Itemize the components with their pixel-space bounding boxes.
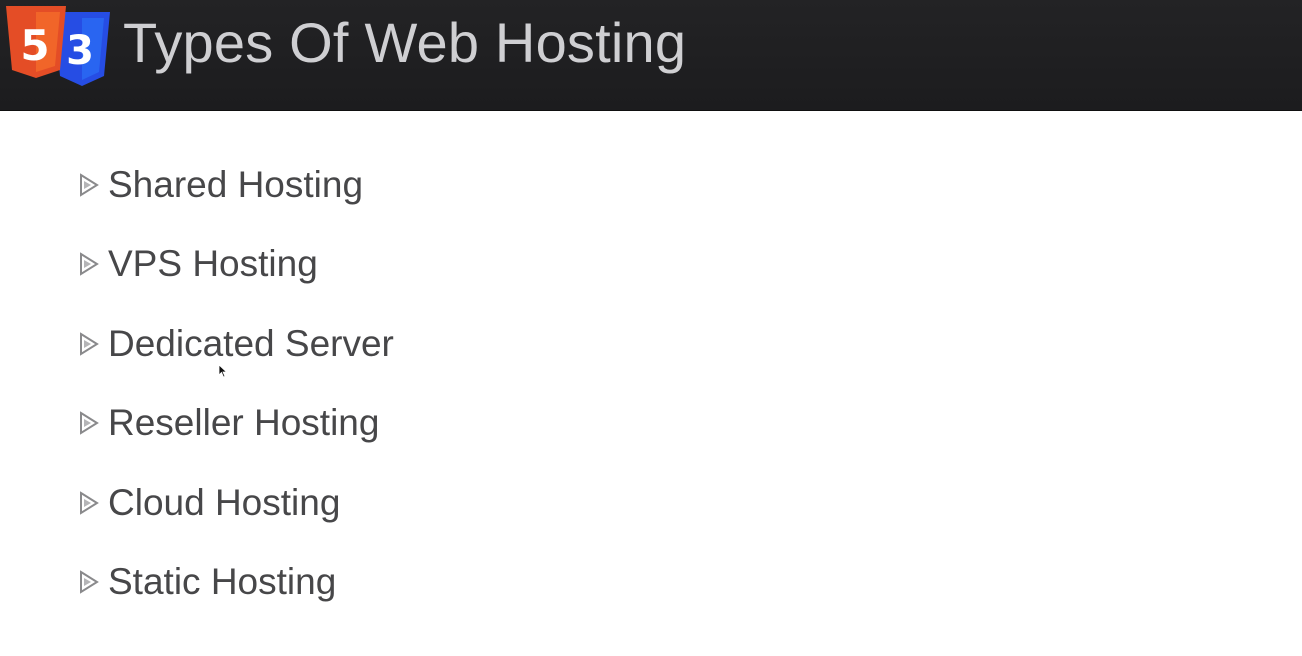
triangle-bullet-icon [80,173,99,197]
list-item: Cloud Hosting [78,478,394,557]
list-item-label: Cloud Hosting [108,481,341,523]
logo-text-html: 5 [20,21,49,70]
mouse-cursor-icon [218,364,228,378]
triangle-bullet-icon [80,570,99,594]
triangle-bullet-icon [80,331,99,356]
list-item: VPS Hosting [78,239,394,318]
hosting-types-list: Shared Hosting VPS Hosting Dedicated Ser… [78,160,394,636]
page-title: Types Of Web Hosting [123,11,687,74]
list-item-label: Static Hosting [108,560,337,602]
triangle-bullet-icon [80,411,99,435]
html5-css3-logo-icon: 3 5 [6,6,110,86]
list-item-label: VPS Hosting [108,243,318,285]
list-item-label: Shared Hosting [108,164,364,205]
list-item: Dedicated Server [78,319,394,398]
list-item: Shared Hosting [78,160,394,239]
triangle-bullet-icon [80,490,99,515]
header-bar: 3 5 Types Of Web Hosting [0,0,1302,111]
list-item-label: Reseller Hosting [108,402,380,444]
list-item: Reseller Hosting [78,398,394,477]
logo-text-css: 3 [66,28,94,74]
triangle-bullet-icon [80,252,99,277]
list-item: Static Hosting [78,557,394,636]
list-item-label: Dedicated Server [108,322,394,364]
